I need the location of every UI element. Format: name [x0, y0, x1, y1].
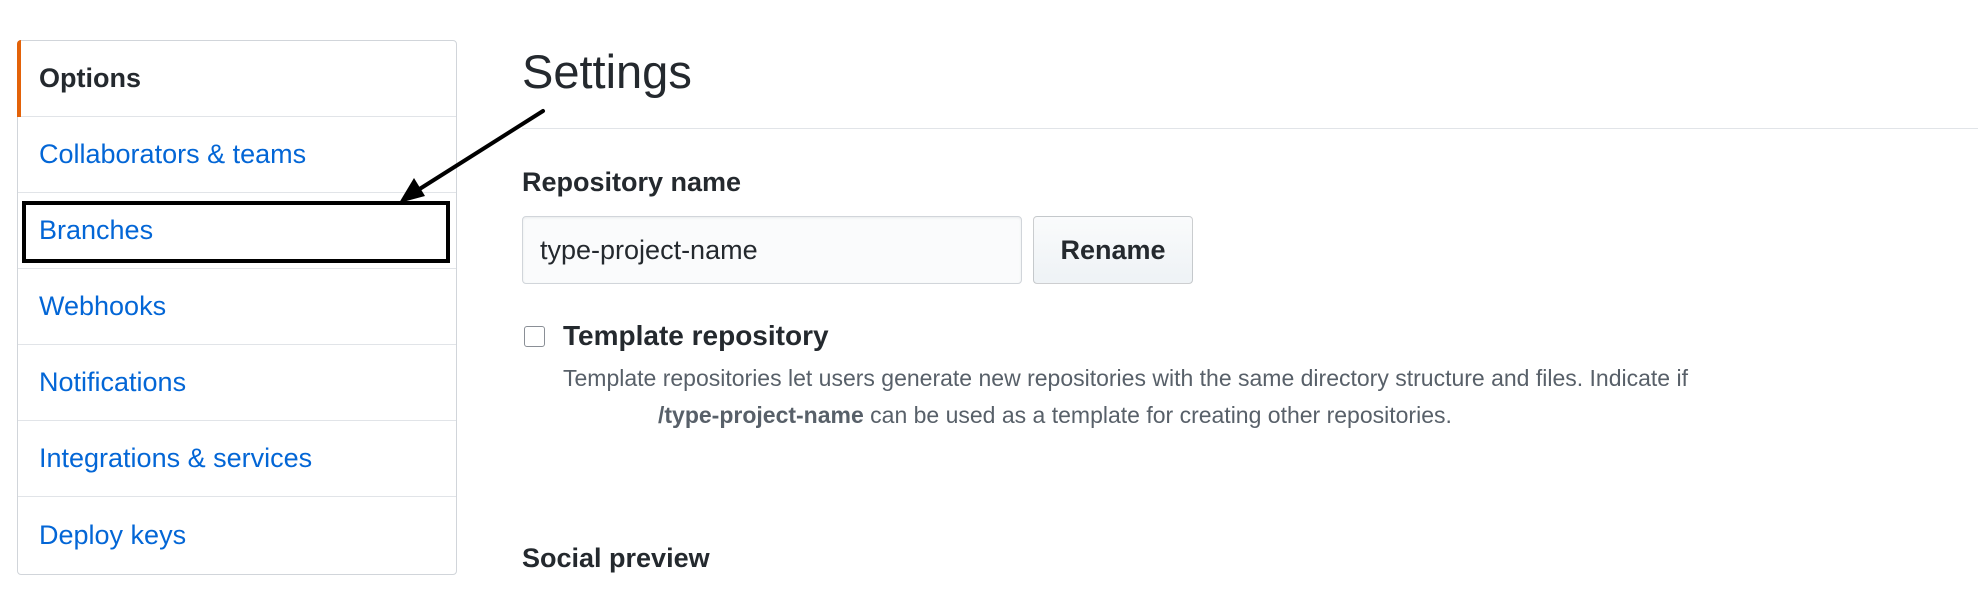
- template-description-line2-wrap: /type-project-name can be used as a temp…: [563, 397, 1978, 434]
- sidebar-item-label: Branches: [39, 215, 154, 245]
- sidebar-item-deploy-keys[interactable]: Deploy keys: [18, 497, 456, 573]
- rename-button[interactable]: Rename: [1033, 216, 1193, 284]
- template-repository-checkbox[interactable]: [524, 326, 545, 347]
- sidebar-item-notifications[interactable]: Notifications: [18, 345, 456, 421]
- sidebar-item-collaborators-teams[interactable]: Collaborators & teams: [18, 117, 456, 193]
- sidebar-item-branches[interactable]: Branches: [18, 193, 456, 269]
- sidebar-item-webhooks[interactable]: Webhooks: [18, 269, 456, 345]
- repository-name-label: Repository name: [522, 167, 742, 197]
- page-title: Settings: [522, 45, 692, 98]
- template-repository-label[interactable]: Template repository: [563, 320, 829, 352]
- title-divider: [522, 128, 1978, 129]
- sidebar-item-label: Notifications: [39, 367, 187, 397]
- sidebar-item-label: Options: [39, 63, 141, 93]
- sidebar-item-label: Deploy keys: [39, 519, 187, 550]
- repository-name-input[interactable]: [522, 216, 1022, 284]
- template-repository-description: Template repositories let users generate…: [563, 360, 1978, 434]
- social-preview-heading: Social preview: [522, 543, 710, 573]
- template-repo-name: /type-project-name: [658, 402, 864, 428]
- sidebar-item-label: Webhooks: [39, 291, 167, 321]
- sidebar-item-options[interactable]: Options: [17, 40, 456, 117]
- sidebar-item-label: Integrations & services: [39, 443, 313, 473]
- template-description-line2: can be used as a template for creating o…: [870, 402, 1452, 428]
- template-description-line1: Template repositories let users generate…: [563, 365, 1688, 391]
- settings-main: Settings Repository name Rename Template…: [522, 0, 1978, 590]
- settings-sidebar: Options Collaborators & teams Branches W…: [17, 40, 457, 575]
- sidebar-item-integrations-services[interactable]: Integrations & services: [18, 421, 456, 497]
- sidebar-item-label: Collaborators & teams: [39, 139, 307, 169]
